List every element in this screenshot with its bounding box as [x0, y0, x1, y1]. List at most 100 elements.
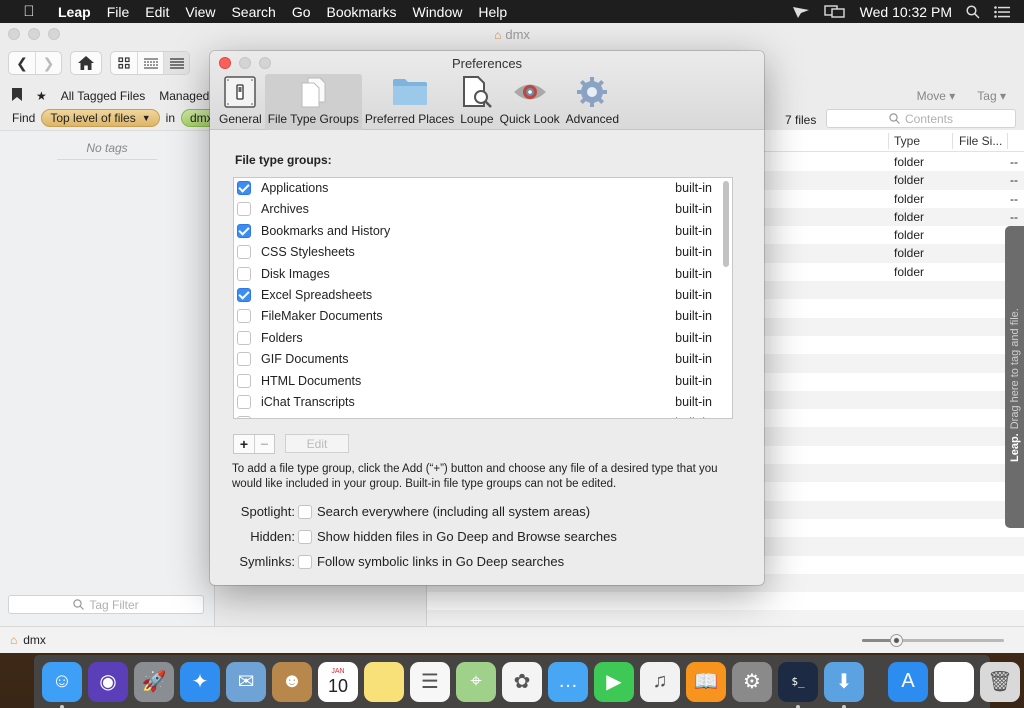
group-checkbox[interactable]	[237, 373, 251, 388]
window-titlebar: ⌂ dmx	[0, 23, 1024, 45]
notification-center-icon[interactable]	[994, 5, 1010, 18]
dock-app-leap[interactable]: ⬇	[824, 661, 864, 708]
tag-filter-input[interactable]: Tag Filter	[8, 595, 204, 614]
grid-view-button[interactable]	[111, 52, 137, 74]
group-checkbox[interactable]	[237, 181, 251, 195]
file-type-group-row[interactable]: GIF Documents built-in	[234, 349, 732, 370]
file-type-group-row[interactable]: Applications built-in	[234, 178, 732, 199]
file-type-group-row[interactable]: Folders built-in	[234, 328, 732, 349]
bookmark-all-tagged-files[interactable]: All Tagged Files	[61, 89, 146, 103]
nav-buttons: ❮ ❯	[8, 51, 62, 75]
dock-app-terminal[interactable]: $_	[778, 661, 818, 708]
dock-app-maps[interactable]: ⌖	[456, 661, 496, 702]
star-icon[interactable]: ★	[36, 89, 47, 103]
dock-app-launchpad[interactable]: 🚀	[134, 661, 174, 702]
group-checkbox[interactable]	[237, 223, 251, 238]
group-checkbox[interactable]	[237, 202, 251, 217]
contents-search-input[interactable]: Contents	[826, 109, 1016, 128]
dock-app-safari[interactable]: ✦	[180, 661, 220, 702]
file-type-group-row[interactable]: iChat Transcripts built-in	[234, 392, 732, 413]
file-type-group-row[interactable]: Archives built-in	[234, 199, 732, 220]
list-scrollbar[interactable]	[723, 181, 729, 267]
menu-app-name[interactable]: Leap	[50, 4, 99, 20]
tab-loupe[interactable]: Loupe	[457, 74, 496, 130]
group-checkbox[interactable]	[237, 309, 251, 324]
menu-window[interactable]: Window	[405, 4, 471, 20]
menu-help[interactable]: Help	[470, 4, 515, 20]
list-view-button[interactable]	[163, 52, 189, 74]
dock-app-finder[interactable]: ☺	[42, 661, 82, 708]
menu-search[interactable]: Search	[223, 4, 283, 20]
leap-drop-zone[interactable]: Leap. Drag here to tag and file.	[1005, 226, 1024, 528]
dock-app-messages[interactable]: …	[548, 661, 588, 702]
symlinks-checkbox[interactable]	[298, 554, 312, 569]
add-group-button[interactable]: +	[234, 435, 254, 453]
dock-app-notes[interactable]	[364, 661, 404, 702]
group-checkbox[interactable]	[237, 394, 251, 409]
menu-file[interactable]: File	[99, 4, 138, 20]
remove-group-button[interactable]: −	[254, 435, 274, 453]
file-type-group-row[interactable]: CSS Stylesheets built-in	[234, 242, 732, 263]
spotlight-checkbox[interactable]	[298, 504, 312, 519]
dock-app-document[interactable]	[934, 661, 974, 702]
clock[interactable]: Wed 10:32 PM	[860, 4, 952, 20]
slider-knob[interactable]	[890, 634, 904, 647]
group-checkbox[interactable]	[237, 266, 251, 281]
dock-app-calendar[interactable]: JAN 10	[318, 661, 358, 702]
back-button[interactable]: ❮	[9, 52, 35, 74]
dock-app-mail[interactable]: ✉	[226, 661, 266, 702]
file-type-group-row[interactable]: HTML Documents built-in	[234, 371, 732, 392]
menu-view[interactable]: View	[177, 4, 223, 20]
hidden-checkbox[interactable]	[298, 529, 312, 544]
group-name: GIF Documents	[261, 352, 349, 367]
dock-app-trash[interactable]: 🗑	[980, 661, 1020, 702]
menu-go[interactable]: Go	[284, 4, 319, 20]
file-type-group-row[interactable]: FileMaker Documents built-in	[234, 306, 732, 327]
group-checkbox[interactable]	[237, 245, 251, 260]
dock-app-siri[interactable]: ◉	[88, 661, 128, 702]
group-kind: built-in	[675, 309, 712, 324]
group-checkbox[interactable]	[237, 330, 251, 345]
move-menu[interactable]: Move ▾	[917, 89, 956, 103]
group-checkbox[interactable]	[237, 287, 251, 302]
forward-button[interactable]: ❯	[35, 52, 61, 74]
dock-app-contacts[interactable]: ☻	[272, 661, 312, 702]
tab-advanced[interactable]: Advanced	[563, 74, 622, 130]
icon-size-slider[interactable]	[862, 634, 1004, 647]
column-view-button[interactable]	[137, 52, 163, 74]
dock-app-app-store[interactable]: A	[888, 661, 928, 702]
dock-app-photos[interactable]: ✿	[502, 661, 542, 702]
file-type-group-row[interactable]: Disk Images built-in	[234, 264, 732, 285]
tab-file-type-groups[interactable]: File Type Groups	[264, 74, 362, 130]
tab-preferred-places[interactable]: Preferred Places	[362, 74, 457, 130]
bookmark-icon[interactable]	[12, 88, 22, 104]
dock-app-system-preferences[interactable]: ⚙	[732, 661, 772, 702]
group-kind: built-in	[675, 352, 712, 367]
find-scope-dropdown[interactable]: Top level of files ▼	[41, 109, 160, 127]
column-file-size[interactable]: File Si...	[959, 134, 1002, 148]
group-checkbox[interactable]	[237, 352, 251, 367]
displays-icon[interactable]	[823, 4, 846, 19]
edit-group-button[interactable]: Edit	[285, 434, 349, 453]
column-type[interactable]: Type	[894, 134, 920, 148]
dock-app-ibooks[interactable]: 📖	[686, 661, 726, 702]
spotlight-icon[interactable]	[966, 4, 980, 19]
tab-general[interactable]: General	[216, 74, 265, 130]
add-remove-buttons: + −	[233, 434, 275, 454]
menu-edit[interactable]: Edit	[137, 4, 177, 20]
menu-bookmarks[interactable]: Bookmarks	[319, 4, 405, 20]
dock-app-facetime[interactable]: ▶	[594, 661, 634, 702]
home-button[interactable]	[71, 52, 101, 74]
apple-menu-icon[interactable]: 	[18, 3, 40, 20]
path-bar[interactable]: ⌂ dmx	[10, 633, 46, 647]
dock-app-reminders[interactable]: ☰	[410, 661, 450, 702]
tag-menu[interactable]: Tag ▾	[977, 89, 1006, 103]
file-type-group-row[interactable]: I... built-in	[234, 413, 732, 418]
dock-app-itunes[interactable]: ♫	[640, 661, 680, 702]
file-type-group-row[interactable]: Bookmarks and History built-in	[234, 221, 732, 242]
bookmark-managed[interactable]: Managed	[159, 89, 209, 103]
tab-quick-look[interactable]: Quick Look	[497, 74, 563, 130]
location-arrow-icon[interactable]	[792, 5, 810, 19]
group-checkbox[interactable]	[237, 416, 251, 418]
file-type-group-row[interactable]: Excel Spreadsheets built-in	[234, 285, 732, 306]
